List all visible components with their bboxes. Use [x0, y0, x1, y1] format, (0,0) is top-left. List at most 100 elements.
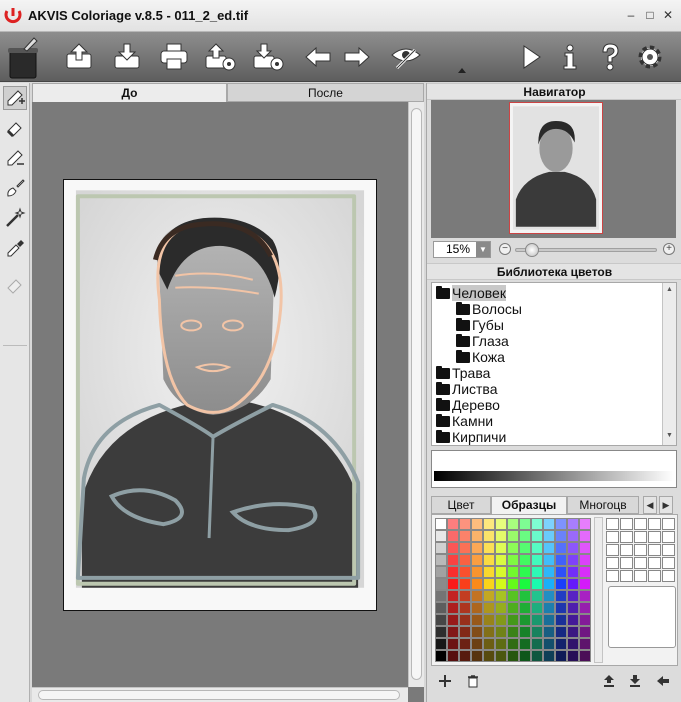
redo-arrow-icon[interactable] — [340, 40, 374, 74]
color-swatch[interactable] — [447, 578, 459, 590]
import-settings-icon[interactable] — [251, 40, 285, 74]
recent-color-slot[interactable] — [634, 531, 647, 543]
recent-color-slot[interactable] — [648, 570, 661, 582]
color-swatch[interactable] — [543, 638, 555, 650]
color-swatch[interactable] — [519, 566, 531, 578]
color-swatch[interactable] — [483, 602, 495, 614]
help-icon[interactable] — [593, 40, 627, 74]
color-swatch[interactable] — [459, 602, 471, 614]
color-swatch[interactable] — [543, 626, 555, 638]
recent-color-slot[interactable] — [662, 544, 675, 556]
recent-color-slot[interactable] — [620, 544, 633, 556]
color-swatch[interactable] — [555, 554, 567, 566]
color-swatch[interactable] — [519, 626, 531, 638]
tab-color[interactable]: Цвет — [431, 496, 491, 514]
color-swatch[interactable] — [459, 554, 471, 566]
color-swatch[interactable] — [555, 542, 567, 554]
color-swatch[interactable] — [519, 614, 531, 626]
color-swatch[interactable] — [579, 518, 591, 530]
color-swatch[interactable] — [459, 614, 471, 626]
color-swatch[interactable] — [531, 554, 543, 566]
color-swatch[interactable] — [567, 614, 579, 626]
minimize-icon[interactable]: – — [624, 8, 638, 22]
color-swatch[interactable] — [483, 638, 495, 650]
color-swatch[interactable] — [435, 590, 447, 602]
tab-samples[interactable]: Образцы — [491, 496, 567, 514]
tab-before[interactable]: До — [32, 83, 227, 102]
color-swatch[interactable] — [435, 614, 447, 626]
color-swatch[interactable] — [435, 566, 447, 578]
color-swatch[interactable] — [495, 542, 507, 554]
recent-color-slot[interactable] — [662, 531, 675, 543]
recent-color-slot[interactable] — [620, 518, 633, 530]
color-swatch[interactable] — [579, 530, 591, 542]
color-swatch[interactable] — [519, 578, 531, 590]
eyedropper-icon[interactable] — [3, 236, 27, 260]
color-swatch[interactable] — [435, 650, 447, 662]
canvas-vertical-scrollbar[interactable] — [408, 102, 424, 687]
color-swatch[interactable] — [507, 626, 519, 638]
pencil-plus-icon[interactable] — [3, 86, 27, 110]
color-swatch[interactable] — [555, 602, 567, 614]
color-swatch[interactable] — [471, 566, 483, 578]
color-swatch[interactable] — [543, 602, 555, 614]
color-swatch[interactable] — [531, 626, 543, 638]
color-swatch[interactable] — [435, 554, 447, 566]
color-swatch[interactable] — [483, 554, 495, 566]
recent-color-slot[interactable] — [634, 518, 647, 530]
color-swatch[interactable] — [495, 602, 507, 614]
canvas-horizontal-scrollbar[interactable] — [32, 687, 408, 702]
pencil-minus-icon[interactable] — [3, 146, 27, 170]
recent-color-slot[interactable] — [606, 544, 619, 556]
recent-color-slot[interactable] — [634, 570, 647, 582]
preview-eye-icon[interactable] — [389, 40, 423, 74]
recent-color-slot[interactable] — [648, 518, 661, 530]
color-swatch[interactable] — [495, 626, 507, 638]
color-swatch[interactable] — [471, 542, 483, 554]
color-swatch[interactable] — [483, 614, 495, 626]
color-swatch[interactable] — [567, 542, 579, 554]
color-swatch[interactable] — [579, 590, 591, 602]
download-icon[interactable] — [627, 673, 643, 689]
print-icon[interactable] — [157, 40, 191, 74]
color-swatch[interactable] — [495, 518, 507, 530]
open-image-icon[interactable] — [62, 40, 96, 74]
color-swatch[interactable] — [531, 590, 543, 602]
library-item[interactable]: Человек — [436, 285, 506, 301]
recent-color-slot[interactable] — [620, 570, 633, 582]
settings-gear-icon[interactable] — [633, 40, 667, 74]
color-swatch[interactable] — [459, 626, 471, 638]
color-swatch[interactable] — [567, 518, 579, 530]
color-swatch[interactable] — [495, 590, 507, 602]
recent-color-slot[interactable] — [606, 531, 619, 543]
color-swatch[interactable] — [495, 614, 507, 626]
color-swatch[interactable] — [447, 542, 459, 554]
recent-color-slot[interactable] — [648, 557, 661, 569]
info-icon[interactable] — [553, 40, 587, 74]
color-swatch[interactable] — [471, 626, 483, 638]
color-swatch[interactable] — [543, 614, 555, 626]
color-swatch[interactable] — [567, 578, 579, 590]
color-swatch[interactable] — [543, 518, 555, 530]
navigator-view[interactable] — [431, 100, 676, 238]
color-swatch[interactable] — [567, 626, 579, 638]
upload-icon[interactable] — [601, 673, 617, 689]
library-item[interactable]: Кирпичи — [436, 429, 506, 445]
color-swatch[interactable] — [567, 554, 579, 566]
color-swatch[interactable] — [447, 554, 459, 566]
color-swatch[interactable] — [555, 638, 567, 650]
recent-color-slot[interactable] — [634, 544, 647, 556]
color-swatch[interactable] — [579, 542, 591, 554]
recent-color-slot[interactable] — [620, 557, 633, 569]
color-swatch[interactable] — [507, 554, 519, 566]
zoom-select[interactable]: 15% ▼ — [433, 241, 491, 258]
library-subitem[interactable]: Губы — [456, 317, 504, 333]
tab-after[interactable]: После — [227, 83, 424, 102]
close-icon[interactable]: ✕ — [661, 8, 675, 22]
horizontal-scroll-thumb[interactable] — [38, 690, 400, 700]
tab-scroll-right-icon[interactable]: ▶ — [659, 496, 673, 514]
color-swatch[interactable] — [435, 542, 447, 554]
color-swatch[interactable] — [471, 602, 483, 614]
color-swatch[interactable] — [471, 530, 483, 542]
color-swatch[interactable] — [495, 578, 507, 590]
